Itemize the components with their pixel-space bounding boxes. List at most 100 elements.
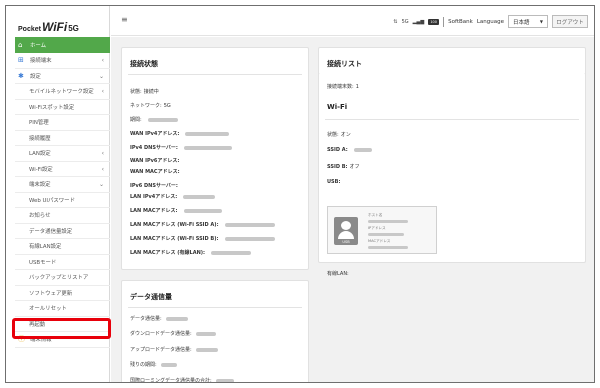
usb-host-label: ホスト名 bbox=[368, 213, 383, 217]
sidebar-item[interactable]: Wi-Fiスポット設定 bbox=[15, 100, 110, 115]
sidebar-item[interactable]: ソフトウェア更新 bbox=[15, 286, 110, 301]
logout-button[interactable]: ログアウト bbox=[552, 15, 588, 28]
data-usage-label: ダウンロードデータ通信量: bbox=[130, 331, 192, 337]
data-usage-row: データ通信量: bbox=[130, 315, 188, 322]
chevron-down-icon: ⌄ bbox=[98, 181, 104, 188]
status-label: WAN IPv6アドレス: bbox=[130, 158, 180, 164]
status-label: WAN IPv4アドレス: bbox=[130, 131, 180, 137]
data-usage-row: 国際ローミングデータ通信量の合計: bbox=[130, 377, 234, 383]
sidebar-item[interactable]: 有線LAN設定 bbox=[15, 239, 110, 255]
logo: Pocket WiFi 5G bbox=[18, 20, 79, 36]
wifi-row: USB: bbox=[327, 179, 342, 185]
sidebar-item[interactable]: ✱ 設定 ⌄ bbox=[15, 69, 110, 84]
redacted-value bbox=[183, 208, 222, 213]
connection-status-card: 接続状態 状態: 接続中 ネットワーク: 5G 期間: WAN IPv4アドレス: … bbox=[121, 47, 309, 270]
redacted-value bbox=[183, 145, 232, 150]
data-usage-label: 国際ローミングデータ通信量の合計: bbox=[130, 378, 212, 383]
status-label: WAN MACアドレス: bbox=[130, 169, 180, 175]
redacted-value bbox=[368, 246, 408, 249]
wifi-section-title: Wi-Fi bbox=[327, 103, 348, 111]
sidebar-item-label: オールリセット bbox=[29, 306, 67, 313]
sidebar-item[interactable]: PIN管理 bbox=[15, 115, 110, 131]
redacted-value bbox=[185, 131, 230, 136]
chevron-down-icon: ⌄ bbox=[98, 72, 104, 80]
sidebar-item-label: モバイルネットワーク設定 bbox=[29, 89, 94, 96]
sidebar-item-label: 有線LAN設定 bbox=[29, 244, 62, 251]
header-bar: ≡ ⇅ 5G ▂▄▆ 100 SoftBank Language 日本語 ▼ ロ… bbox=[111, 6, 594, 36]
redacted-value bbox=[147, 117, 178, 122]
status-label: ネットワーク: bbox=[130, 103, 162, 109]
status-label: LAN MACアドレス (有線LAN): bbox=[130, 250, 206, 256]
sidebar-item[interactable]: オールリセット bbox=[15, 301, 110, 317]
card-title: 接続リスト bbox=[327, 60, 362, 68]
sidebar-item[interactable]: Wi-Fi設定 ‹ bbox=[15, 162, 110, 177]
wifi-label: 状態: bbox=[327, 132, 339, 138]
wifi-value: オン bbox=[340, 132, 351, 138]
status-label: 状態: bbox=[130, 89, 142, 95]
sidebar-item[interactable]: ⓘ 端末情報 bbox=[15, 332, 110, 348]
card-title: 接続状態 bbox=[130, 60, 158, 68]
wifi-row: 状態: オン bbox=[327, 131, 351, 138]
connected-count-value: 1 bbox=[355, 83, 359, 90]
status-label: IPv6 DNSサーバー: bbox=[130, 183, 178, 189]
sidebar-item-label: ソフトウェア更新 bbox=[29, 290, 73, 297]
signal-text: 5G bbox=[401, 18, 409, 25]
sidebar-item-label: Wi-Fi設定 bbox=[29, 166, 53, 173]
signal-icon: ▂▄▆ bbox=[412, 18, 425, 25]
sidebar-item[interactable]: LAN設定 ‹ bbox=[15, 146, 110, 162]
sidebar-item[interactable]: バックアップとリストア bbox=[15, 270, 110, 286]
menu-icon[interactable]: ≡ bbox=[121, 15, 128, 24]
app-window: Pocket WiFi 5G ⌂ ホーム ⊞ 接続端末 ‹ ✱ 設定 ⌄ モバイルネットワーク設… bbox=[5, 5, 595, 383]
data-usage-row: 残りの期間: bbox=[130, 361, 177, 368]
status-row: ネットワーク: 5G bbox=[130, 102, 171, 110]
redacted-value bbox=[195, 347, 218, 352]
status-value: 5G bbox=[163, 102, 171, 109]
sidebar-item[interactable]: ⌂ ホーム bbox=[15, 37, 110, 53]
header-separator bbox=[443, 16, 445, 27]
sidebar-item-label: Web UIパスワード bbox=[29, 197, 75, 204]
redacted-value bbox=[368, 233, 404, 236]
sidebar-item-label: 接続履歴 bbox=[29, 135, 51, 142]
status-row: LAN IPv4アドレス: bbox=[130, 193, 216, 200]
sidebar-item-label: ホーム bbox=[30, 43, 47, 49]
sidebar-item-label: Wi-Fiスポット設定 bbox=[29, 104, 75, 111]
wired-lan-row: 有線LAN: bbox=[327, 270, 349, 277]
language-select[interactable]: 日本語 ▼ bbox=[508, 15, 548, 28]
data-usage-label: データ通信量: bbox=[130, 316, 162, 322]
redacted-value bbox=[224, 236, 275, 241]
chevron-left-icon: ‹ bbox=[101, 57, 104, 64]
sidebar-item-label: 接続端末 bbox=[30, 58, 52, 65]
status-row: IPv4 DNSサーバー: bbox=[130, 144, 232, 151]
sidebar-item[interactable]: モバイルネットワーク設定 ‹ bbox=[15, 84, 110, 100]
sidebar-item[interactable]: 再起動 bbox=[15, 317, 110, 332]
data-usage-row: アップロードデータ通信量: bbox=[130, 346, 218, 353]
redacted-value bbox=[224, 222, 275, 227]
sidebar-item-label: お知らせ bbox=[29, 213, 51, 220]
sidebar-item[interactable]: Web UIパスワード bbox=[15, 193, 110, 208]
usb-ip-label: IPアドレス bbox=[368, 226, 386, 230]
sidebar-item[interactable]: 端末設定 ⌄ bbox=[15, 177, 110, 193]
sidebar-item-label: バックアップとリストア bbox=[29, 275, 89, 282]
language-label: Language bbox=[476, 18, 504, 25]
sidebar-item[interactable]: データ通信量設定 bbox=[15, 224, 110, 239]
sidebar-item-label: LAN設定 bbox=[29, 151, 51, 158]
status-label: LAN MACアドレス (Wi-Fi SSID A): bbox=[130, 222, 219, 228]
wifi-label: USB: bbox=[327, 179, 341, 185]
card-divider bbox=[128, 74, 302, 75]
sidebar-item[interactable]: 接続履歴 bbox=[15, 131, 110, 146]
sidebar-item[interactable]: ⊞ 接続端末 ‹ bbox=[15, 53, 110, 69]
sidebar-item-label: USBモード bbox=[29, 259, 57, 266]
usb-device-icon: USB bbox=[334, 217, 358, 245]
status-row: IPv6 DNSサーバー: bbox=[130, 182, 180, 189]
card-divider bbox=[325, 119, 579, 120]
sidebar-item-label: 端末設定 bbox=[29, 182, 51, 189]
status-row: WAN IPv4アドレス: bbox=[130, 130, 230, 137]
sidebar-item-label: 端末情報 bbox=[30, 337, 52, 344]
redacted-value bbox=[215, 378, 234, 382]
status-label: LAN IPv4アドレス: bbox=[130, 194, 178, 200]
connected-count-label: 接続端末数: bbox=[327, 84, 354, 90]
chevron-down-icon: ▼ bbox=[539, 19, 543, 24]
sidebar-item[interactable]: お知らせ bbox=[15, 208, 110, 224]
sidebar-item[interactable]: USBモード bbox=[15, 255, 110, 270]
usb-icon-label: USB bbox=[342, 240, 350, 244]
